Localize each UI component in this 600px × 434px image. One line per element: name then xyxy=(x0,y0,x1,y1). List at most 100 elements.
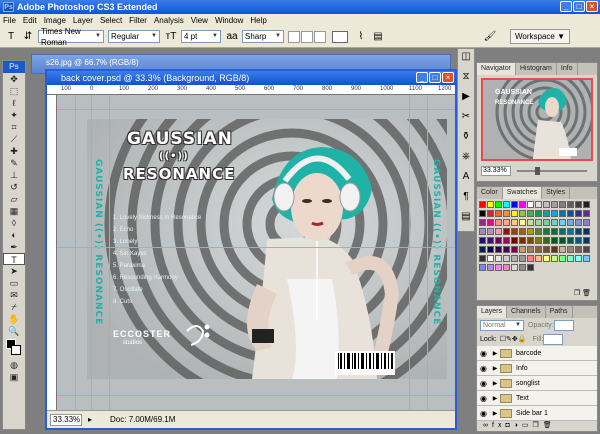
eye-icon[interactable]: ◉ xyxy=(477,364,490,373)
healing-brush-icon[interactable]: ✚ xyxy=(3,145,25,157)
eye-icon[interactable]: ◉ xyxy=(477,349,490,358)
canvas-area[interactable]: GAUSSIAN ((•)) RESONANCE GAUSSIAN ((•)) … xyxy=(57,95,455,410)
color-swatch[interactable] xyxy=(503,210,510,217)
color-swatch[interactable] xyxy=(583,210,590,217)
menu-filter[interactable]: Filter xyxy=(129,16,147,25)
color-swatch[interactable] xyxy=(511,219,518,226)
color-swatch[interactable] xyxy=(567,228,574,235)
color-swatch[interactable] xyxy=(559,210,566,217)
zoom-field[interactable]: 33.33% xyxy=(50,413,82,426)
expand-triangle-icon[interactable]: ▶ xyxy=(490,380,500,387)
menu-analysis[interactable]: Analysis xyxy=(154,16,184,25)
color-swatch[interactable] xyxy=(519,237,526,244)
dodge-tool-icon[interactable]: ◐ xyxy=(3,229,25,241)
color-swatch[interactable] xyxy=(575,219,582,226)
navigator-slider-handle[interactable] xyxy=(535,167,540,175)
clone-source-icon[interactable]: ⎈ xyxy=(458,149,474,165)
color-swatch[interactable] xyxy=(559,237,566,244)
expand-triangle-icon[interactable]: ▶ xyxy=(490,410,500,417)
history-icon[interactable]: ⧖ xyxy=(458,69,474,85)
color-swatch[interactable] xyxy=(495,228,502,235)
guide-line[interactable] xyxy=(75,95,76,410)
navigator-thumbnail[interactable]: GAUSSIAN RESONANCE xyxy=(481,78,593,161)
guide-line[interactable] xyxy=(109,95,110,410)
orientation-toggle-icon[interactable]: ⇵ xyxy=(21,30,35,44)
character-panel-icon[interactable]: ▤ xyxy=(371,30,385,44)
color-swatch[interactable] xyxy=(479,228,486,235)
layer-row-info[interactable]: ◉ ▶ Info xyxy=(477,361,597,376)
tab-styles[interactable]: Styles xyxy=(542,187,571,199)
ruler-vertical[interactable] xyxy=(47,95,57,410)
delete-swatch-icon[interactable]: 🗑 xyxy=(582,290,591,297)
color-swatch[interactable] xyxy=(535,246,542,253)
color-swatch[interactable] xyxy=(567,237,574,244)
color-swatch[interactable] xyxy=(519,246,526,253)
color-swatch[interactable] xyxy=(543,237,550,244)
color-swatch[interactable] xyxy=(527,210,534,217)
type-tool-icon[interactable]: T xyxy=(3,253,25,265)
navigator-zoom-field[interactable]: 33.33% xyxy=(481,166,511,176)
color-swatch[interactable] xyxy=(559,246,566,253)
layer-style-icon[interactable]: fx xyxy=(492,422,505,429)
color-swatch[interactable] xyxy=(479,255,486,262)
color-swatch[interactable] xyxy=(543,201,550,208)
eye-icon[interactable]: ◉ xyxy=(477,394,490,403)
color-swatch[interactable] xyxy=(527,246,534,253)
guide-line[interactable] xyxy=(57,395,455,396)
color-swatch[interactable] xyxy=(575,237,582,244)
history-brush-icon[interactable]: ↺ xyxy=(3,181,25,193)
menu-window[interactable]: Window xyxy=(215,16,243,25)
status-menu-arrow-icon[interactable]: ▸ xyxy=(88,415,92,424)
color-swatch[interactable] xyxy=(575,228,582,235)
color-swatch[interactable] xyxy=(551,246,558,253)
color-swatch[interactable] xyxy=(583,255,590,262)
quick-mask-icon[interactable]: ◍ xyxy=(3,359,25,371)
new-group-icon[interactable]: ▭ xyxy=(522,422,533,429)
align-left-button[interactable] xyxy=(288,30,300,43)
color-swatch[interactable] xyxy=(487,201,494,208)
color-swatch[interactable] xyxy=(527,228,534,235)
lasso-tool-icon[interactable]: ℓ xyxy=(3,97,25,109)
color-swatch[interactable] xyxy=(487,237,494,244)
color-swatch[interactable] xyxy=(495,201,502,208)
adjustment-layer-icon[interactable]: ◑ xyxy=(514,422,522,429)
color-swatch[interactable] xyxy=(519,255,526,262)
color-swatch[interactable] xyxy=(583,246,590,253)
color-swatch[interactable] xyxy=(503,264,510,271)
color-swatch[interactable] xyxy=(551,255,558,262)
color-swatch[interactable] xyxy=(543,255,550,262)
color-swatch[interactable] xyxy=(479,201,486,208)
color-swatch[interactable] xyxy=(487,264,494,271)
new-layer-icon[interactable]: ❐ xyxy=(533,422,543,429)
paragraph-icon[interactable]: ¶ xyxy=(458,189,474,205)
tab-layers[interactable]: Layers xyxy=(477,306,508,318)
color-swatch[interactable] xyxy=(567,210,574,217)
path-selection-icon[interactable]: ➤ xyxy=(3,265,25,277)
tab-navigator[interactable]: Navigator xyxy=(477,63,516,75)
color-swatch[interactable] xyxy=(487,255,494,262)
color-swatch[interactable] xyxy=(519,201,526,208)
color-swatch[interactable] xyxy=(535,237,542,244)
expand-triangle-icon[interactable]: ▶ xyxy=(490,350,500,357)
color-swatch[interactable] xyxy=(535,255,542,262)
color-swatch[interactable] xyxy=(487,219,494,226)
color-swatch[interactable] xyxy=(583,237,590,244)
color-swatch[interactable] xyxy=(519,210,526,217)
color-swatch[interactable] xyxy=(495,246,502,253)
delete-layer-icon[interactable]: 🗑 xyxy=(543,422,556,429)
color-swatch[interactable] xyxy=(527,255,534,262)
color-swatch[interactable] xyxy=(575,210,582,217)
move-tool-icon[interactable]: ✥ xyxy=(3,73,25,85)
antialias-select[interactable]: Sharp ▼ xyxy=(242,30,284,43)
ruler-horizontal[interactable]: 100 0 100 200 300 400 500 600 700 800 900 1000 1100 1… xyxy=(47,85,455,95)
color-swatch[interactable] xyxy=(559,228,566,235)
shape-tool-icon[interactable]: ▭ xyxy=(3,277,25,289)
expand-triangle-icon[interactable]: ▶ xyxy=(490,365,500,372)
color-swatch[interactable] xyxy=(519,219,526,226)
color-swatch[interactable] xyxy=(511,228,518,235)
color-swatch[interactable] xyxy=(511,264,518,271)
guide-line[interactable] xyxy=(91,95,92,410)
color-swatch[interactable] xyxy=(583,228,590,235)
color-swatch[interactable] xyxy=(479,219,486,226)
link-layers-icon[interactable]: ∞ xyxy=(483,422,492,429)
